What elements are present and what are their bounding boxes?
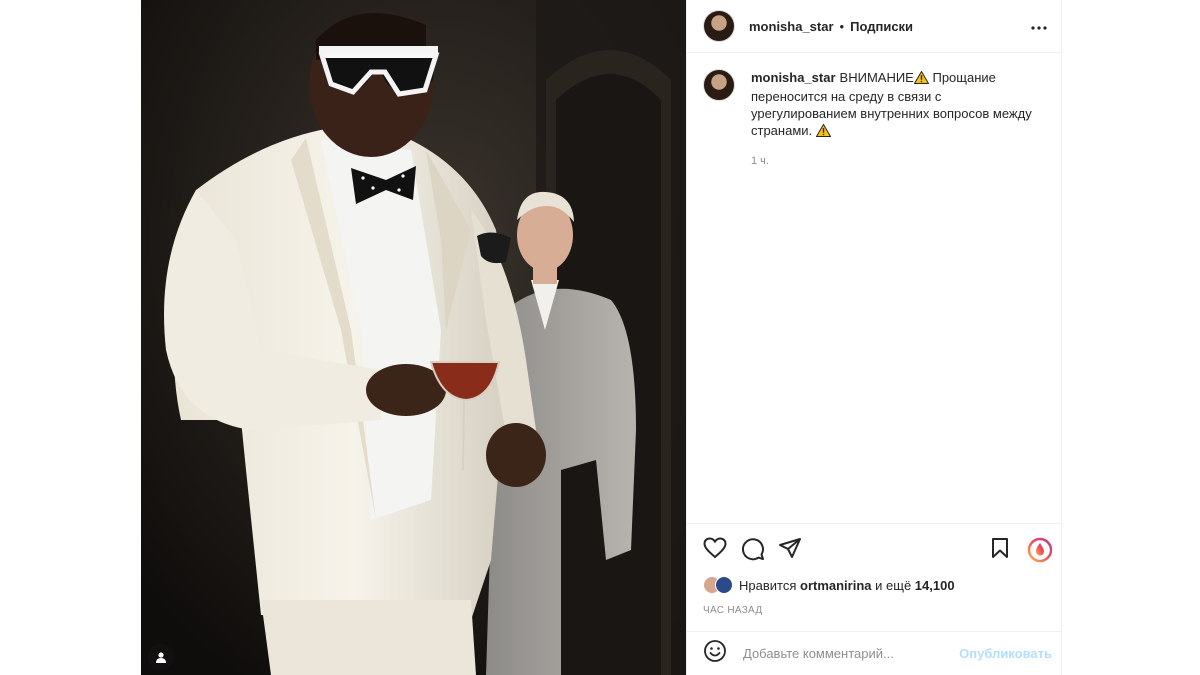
warning-icon xyxy=(815,123,832,141)
caption-text: monisha_star ВНИМАНИЕ Прощание переноситс… xyxy=(751,69,1041,141)
caption-username[interactable]: monisha_star xyxy=(751,70,836,85)
likes-user[interactable]: ortmanirina xyxy=(800,578,872,593)
heart-icon[interactable] xyxy=(703,537,727,564)
publish-button[interactable]: Опубликовать xyxy=(959,646,1052,661)
bookmark-icon[interactable] xyxy=(990,537,1010,564)
likes-row: Нравится ortmanirina и ещё 14,100 xyxy=(703,576,955,594)
post-photo[interactable] xyxy=(141,0,686,675)
ring-icon[interactable] xyxy=(1027,537,1053,568)
comment-composer: Опубликовать xyxy=(687,631,1061,675)
avatar[interactable] xyxy=(703,10,735,42)
post-username[interactable]: monisha_star xyxy=(749,19,834,34)
caption: monisha_star ВНИМАНИЕ Прощание переноситс… xyxy=(687,53,1061,141)
following-button[interactable]: Подписки xyxy=(850,19,913,34)
likes-count[interactable]: 14,100 xyxy=(915,578,955,593)
post-side-panel: monisha_star • Подписки monisha_star ВНИМ… xyxy=(686,0,1062,675)
smiley-icon[interactable] xyxy=(703,639,727,668)
post-header: monisha_star • Подписки xyxy=(687,0,1061,53)
caption-avatar[interactable] xyxy=(703,69,735,101)
photo-illustration xyxy=(141,0,686,675)
post-timestamp: ЧАС НАЗАД xyxy=(703,605,763,616)
liker-avatar[interactable] xyxy=(715,576,733,594)
likes-middle: и ещё xyxy=(875,577,912,593)
comment-icon[interactable] xyxy=(741,537,765,566)
caption-head: ВНИМАНИЕ xyxy=(839,70,914,85)
share-icon[interactable] xyxy=(778,537,802,564)
more-icon[interactable] xyxy=(1031,17,1047,35)
user-tag-icon[interactable] xyxy=(148,644,174,670)
likes-prefix: Нравится xyxy=(739,577,797,593)
caption-time: 1 ч. xyxy=(751,155,769,167)
action-bar xyxy=(687,523,1061,573)
comment-input[interactable] xyxy=(741,645,945,662)
warning-icon xyxy=(913,70,930,88)
separator-dot: • xyxy=(839,18,845,34)
